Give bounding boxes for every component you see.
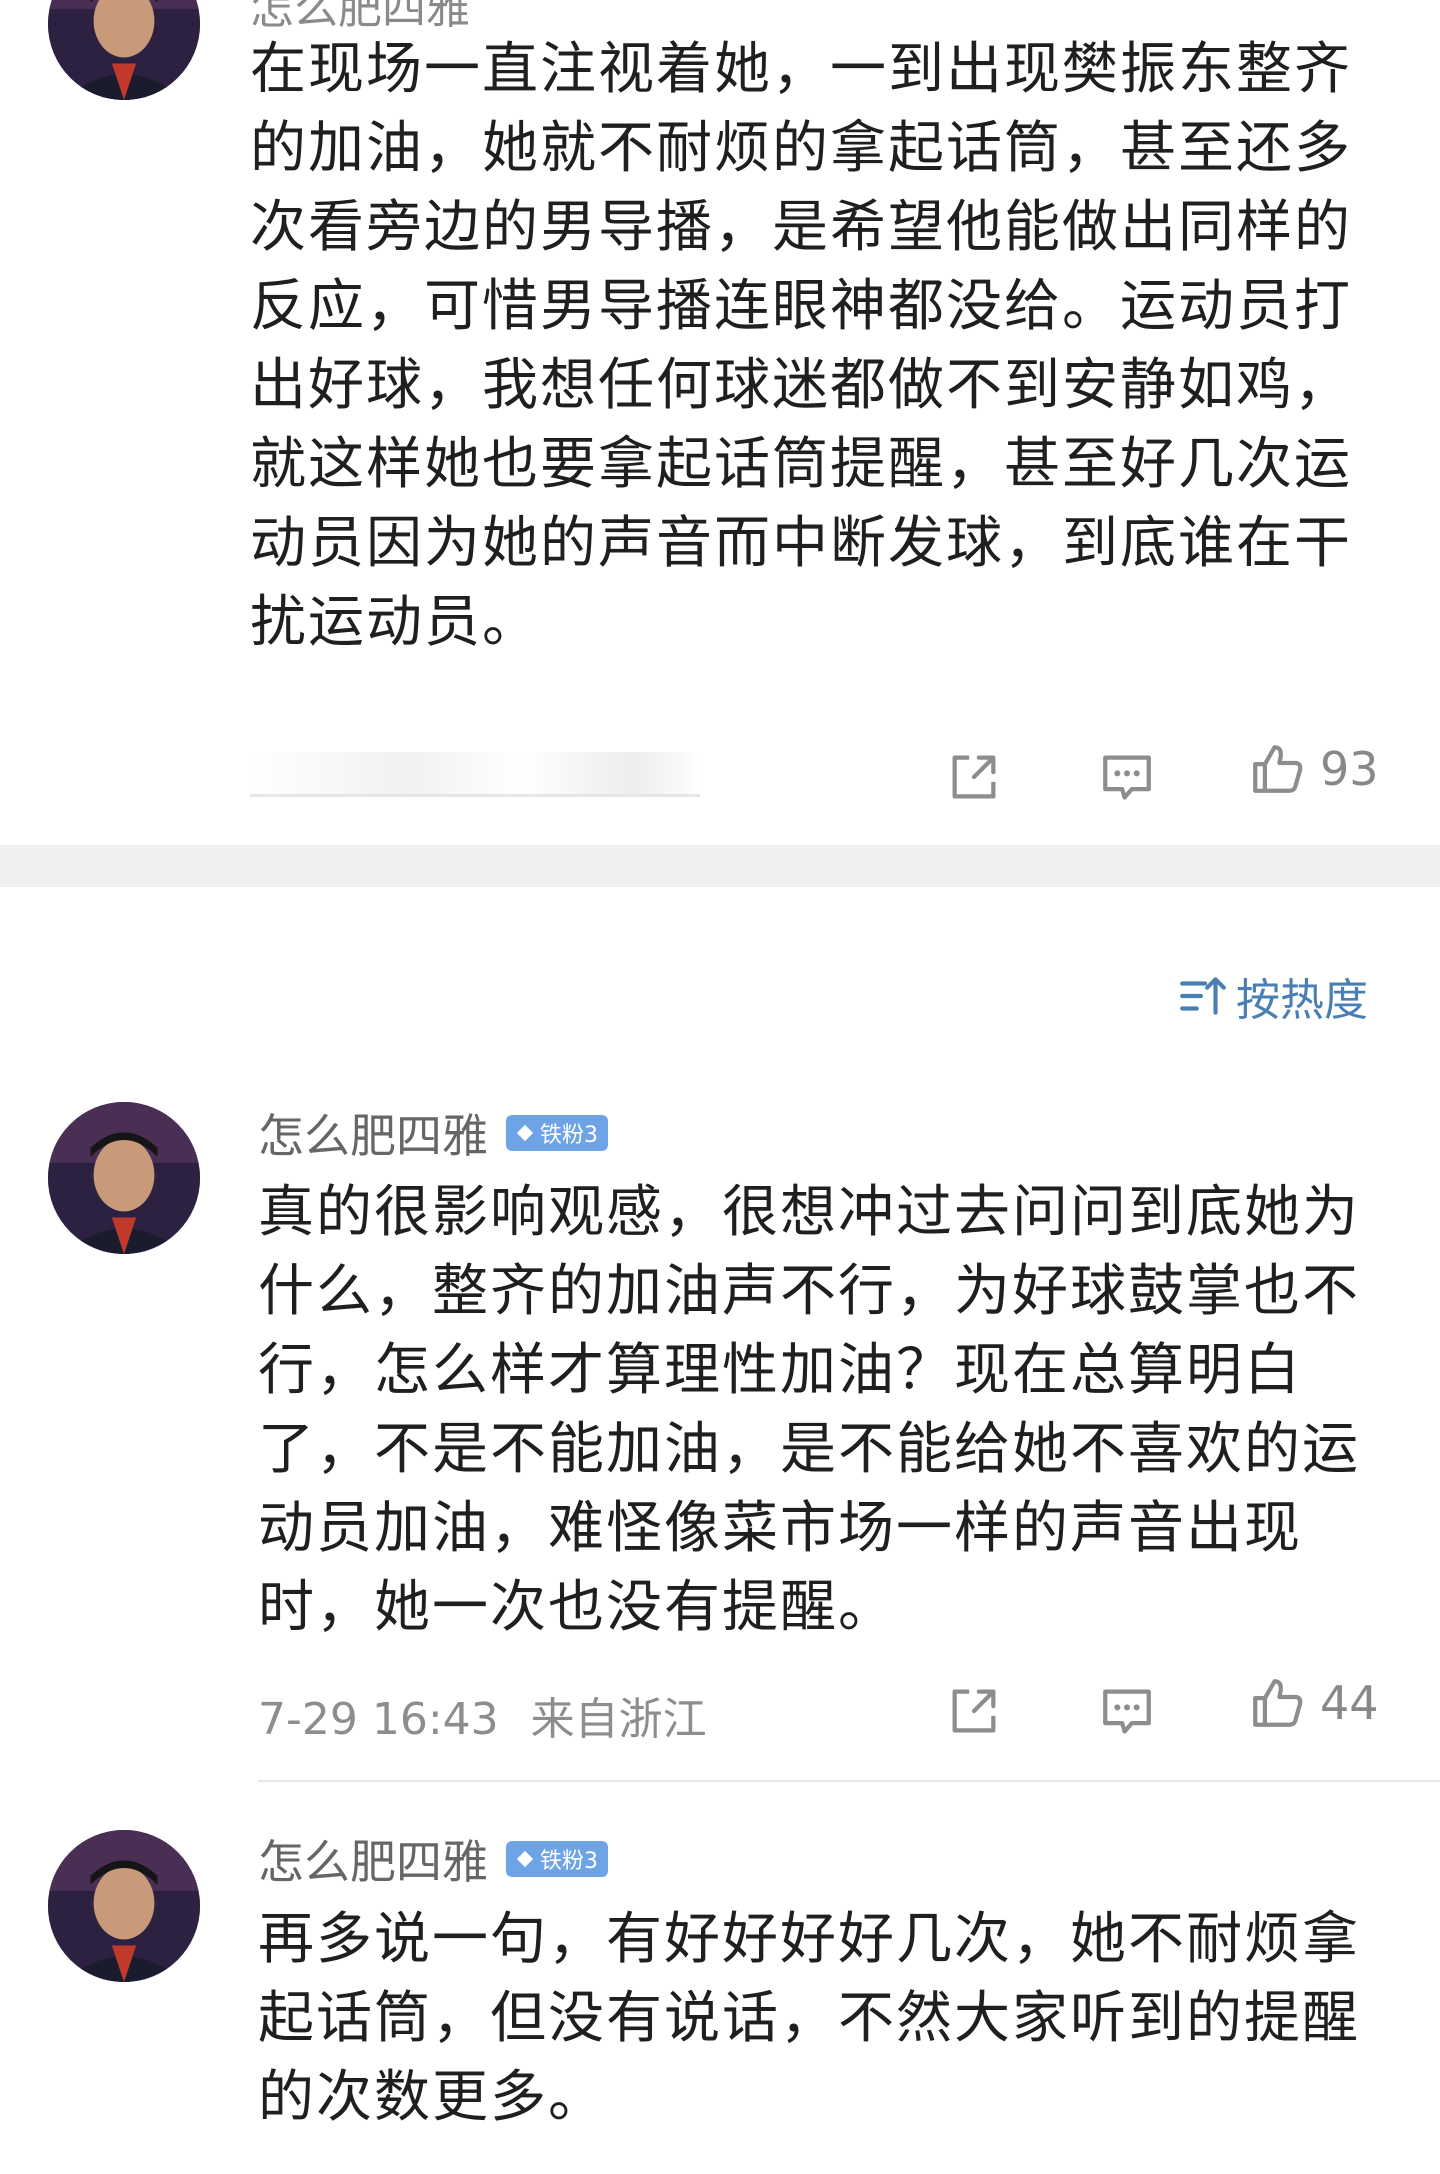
share-button[interactable]: [945, 1682, 1003, 1740]
thumbs-up-icon: [1253, 745, 1303, 793]
comment-icon: [1103, 1689, 1151, 1734]
comment-button[interactable]: [1098, 748, 1156, 806]
fan-badge: 铁粉3: [506, 1841, 608, 1877]
like-button[interactable]: 44: [1248, 1674, 1379, 1732]
like-button[interactable]: 93: [1248, 740, 1379, 798]
comment-icon: [1103, 755, 1151, 800]
comment-meta: 7-29 16:43 来自浙江: [258, 1683, 707, 1747]
diamond-icon: [516, 1850, 534, 1868]
comment-author[interactable]: 怎么肥四雅 铁粉3: [258, 1100, 608, 1166]
fan-badge-label: 铁粉3: [540, 1123, 598, 1148]
sort-toggle[interactable]: 按热度: [1178, 964, 1368, 1028]
comment-author-name: 怎么肥四雅: [258, 1109, 488, 1163]
sort-icon: [1180, 977, 1226, 1015]
comment-divider: [258, 1780, 1440, 1782]
share-button[interactable]: [945, 748, 1003, 806]
diamond-icon: [516, 1124, 534, 1142]
comment-button[interactable]: [1098, 1682, 1156, 1740]
comment-time: 7-29 16:43: [258, 1694, 499, 1745]
avatar[interactable]: [48, 0, 200, 100]
post-card: 怎么肥四雅 在现场一直注视着她，一到出现樊振东整齐的加油，她就不耐烦的拿起话筒，…: [0, 0, 1440, 845]
comment-location: 来自浙江: [530, 1694, 707, 1745]
sort-label: 按热度: [1236, 975, 1368, 1026]
like-count: 44: [1320, 1676, 1379, 1730]
post-meta-faded: [250, 752, 700, 797]
section-divider: [0, 845, 1440, 887]
share-icon: [952, 755, 996, 799]
comment-author-name: 怎么肥四雅: [258, 1835, 488, 1889]
fan-badge-label: 铁粉3: [540, 1849, 598, 1874]
avatar-image: [48, 1830, 200, 1982]
avatar-image: [48, 0, 200, 100]
comment-body-text: 真的很影响观感，很想冲过去问问到底她为什么，整齐的加油声不行，为好球鼓掌也不行，…: [258, 1180, 1360, 1640]
like-count: 93: [1320, 742, 1379, 796]
avatar-image: [48, 1102, 200, 1254]
share-icon: [952, 1689, 996, 1733]
avatar[interactable]: [48, 1830, 200, 1982]
thumbs-up-icon: [1253, 1679, 1303, 1727]
post-body-text: 在现场一直注视着她，一到出现樊振东整齐的加油，她就不耐烦的拿起话筒，甚至还多次看…: [250, 37, 1352, 655]
comment-author[interactable]: 怎么肥四雅 铁粉3: [258, 1826, 608, 1892]
avatar[interactable]: [48, 1102, 200, 1254]
fan-badge: 铁粉3: [506, 1115, 608, 1151]
comment-body-text: 再多说一句，有好好好好几次，她不耐烦拿起话筒，但没有说话，不然大家听到的提醒的次…: [258, 1907, 1360, 2130]
